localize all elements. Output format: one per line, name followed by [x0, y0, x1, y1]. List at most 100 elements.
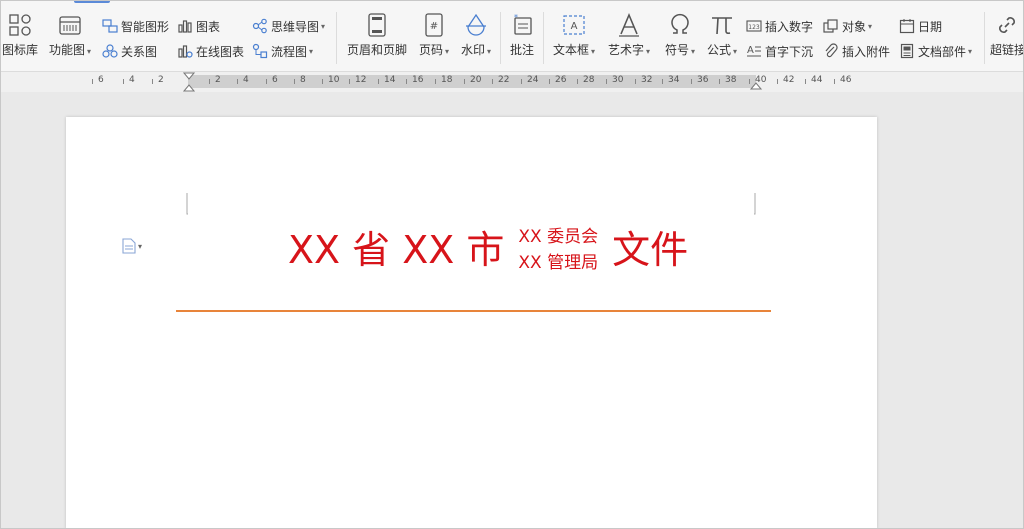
online-chart-label: 在线图表: [196, 44, 245, 59]
smart-art-label: 智能图形: [121, 19, 170, 34]
header-footer-button[interactable]: 页眉和页脚: [344, 12, 410, 58]
ruler-tick: [294, 79, 295, 84]
function-chart-button[interactable]: 功能图 ▾: [46, 12, 94, 58]
ruler-tick: [635, 79, 636, 84]
ruler-tick: [691, 79, 692, 84]
chart-icon: [178, 20, 192, 33]
watermark-label: 水印: [460, 43, 485, 57]
hyperlink-label: 超链接: [990, 43, 1024, 57]
insert-number-button[interactable]: 123 插入数字: [746, 16, 813, 36]
horizontal-ruler[interactable]: 6 4 2 2 4 6 8 10 12 14 16 18 20 22 24 26 28 30 32 34 36 38 40 4…: [0, 72, 1024, 92]
ruler-tick: [152, 79, 153, 84]
indent-marker-icon[interactable]: [183, 72, 195, 92]
watermark-button[interactable]: 水印 ▾: [458, 12, 494, 58]
toolbar-separator: [543, 12, 544, 64]
ruler-label: 22: [498, 75, 510, 85]
word-art-icon: [619, 12, 639, 37]
mind-map-label: 思维导图: [271, 19, 320, 34]
right-indent-marker-icon[interactable]: [750, 76, 762, 90]
formula-button[interactable]: 公式 ▾: [704, 12, 740, 58]
svg-text:123: 123: [748, 24, 760, 31]
word-art-button[interactable]: 艺术字 ▾: [605, 12, 653, 58]
attachment-label: 插入附件: [842, 44, 891, 59]
drop-cap-icon: A: [747, 45, 761, 57]
chart-button[interactable]: 图表: [177, 16, 220, 36]
ruler-label: 8: [300, 75, 306, 85]
page-number-button[interactable]: # 页码 ▾: [416, 12, 452, 58]
relation-chart-button[interactable]: 关系图: [102, 41, 157, 61]
ruler-tick: [209, 79, 210, 84]
drop-cap-button[interactable]: A 首字下沉: [746, 41, 813, 61]
ruler-label: 6: [98, 75, 104, 85]
text-box-label: 文本框: [552, 43, 589, 57]
ruler-label: 4: [129, 75, 135, 85]
omega-symbol-icon: [671, 13, 689, 34]
document-icon: [122, 238, 136, 254]
date-icon: [899, 19, 915, 34]
chart-label: 图表: [196, 19, 221, 34]
ruler-label: 36: [697, 75, 709, 85]
relation-chart-icon: [102, 44, 118, 58]
header-footer-icon: [368, 13, 386, 37]
smart-art-button[interactable]: 智能图形: [102, 16, 169, 36]
document-parts-button[interactable]: 文档部件 ▾: [899, 41, 972, 61]
title-province-city: XX 省 XX 市: [288, 228, 505, 272]
online-chart-button[interactable]: 在线图表: [177, 41, 244, 61]
hyperlink-icon: [999, 17, 1015, 33]
object-button[interactable]: 对象 ▾: [823, 16, 872, 36]
margin-corner-top-left: [186, 193, 188, 215]
word-art-label: 艺术字: [607, 43, 644, 57]
mind-map-button[interactable]: 思维导图 ▾: [252, 16, 325, 36]
ruler-label: 20: [470, 75, 482, 85]
icon-library-button[interactable]: 图标库: [0, 12, 40, 58]
ruler-label: 14: [384, 75, 396, 85]
ruler-label: 6: [272, 75, 278, 85]
ruler-label: 2: [215, 75, 221, 85]
ruler-tick: [577, 79, 578, 84]
svg-text:A: A: [571, 21, 578, 32]
object-icon: [823, 19, 838, 33]
ruler-tick: [662, 79, 663, 84]
comment-label: 批注: [509, 43, 534, 57]
text-box-button[interactable]: A 文本框 ▾: [550, 12, 598, 58]
hyperlink-button[interactable]: 超链接: [990, 12, 1024, 58]
function-chart-icon: [59, 16, 81, 35]
chevron-down-icon: ▾: [591, 47, 596, 56]
chevron-down-icon: ▾: [321, 21, 326, 31]
document-page[interactable]: ▾ XX 省 XX 市 XX 委员会 XX 管理局 文件: [66, 117, 877, 529]
object-label: 对象: [842, 19, 867, 34]
svg-text:#: #: [430, 21, 438, 32]
drop-cap-label: 首字下沉: [765, 44, 814, 59]
ruler-tick: [435, 79, 436, 84]
ruler-label: 18: [441, 75, 453, 85]
attachment-icon: [825, 43, 838, 58]
relation-chart-label: 关系图: [121, 44, 158, 59]
insert-number-label: 插入数字: [765, 19, 814, 34]
ruler-label: 38: [725, 75, 737, 85]
ruler-tick: [322, 79, 323, 84]
ruler-label: 28: [583, 75, 595, 85]
mind-map-icon: [252, 18, 267, 34]
toolbar-separator: [336, 12, 337, 64]
paragraph-layout-button[interactable]: ▾: [122, 238, 148, 254]
ruler-label: 12: [355, 75, 367, 85]
ruler-tick: [834, 79, 835, 84]
date-button[interactable]: 日期: [899, 16, 942, 36]
header-footer-label: 页眉和页脚: [346, 43, 407, 57]
chevron-down-icon: ▾: [733, 47, 738, 56]
flow-chart-button[interactable]: 流程图 ▾: [252, 41, 313, 61]
attachment-button[interactable]: 插入附件: [823, 41, 890, 61]
title-agency-1: XX 委员会: [518, 227, 599, 247]
ruler-tick: [606, 79, 607, 84]
chevron-down-icon: ▾: [968, 46, 973, 56]
comment-button[interactable]: * 批注: [506, 12, 538, 58]
icon-library-icon: [9, 14, 31, 36]
ruler-tick: [549, 79, 550, 84]
formula-label: 公式: [706, 43, 731, 57]
ruler-tick: [464, 79, 465, 84]
ruler-tick: [349, 79, 350, 84]
ruler-label: 32: [641, 75, 653, 85]
document-title[interactable]: XX 省 XX 市 XX 委员会 XX 管理局 文件: [288, 222, 688, 278]
chevron-down-icon: ▾: [138, 241, 143, 251]
symbol-button[interactable]: 符号 ▾: [662, 12, 698, 58]
